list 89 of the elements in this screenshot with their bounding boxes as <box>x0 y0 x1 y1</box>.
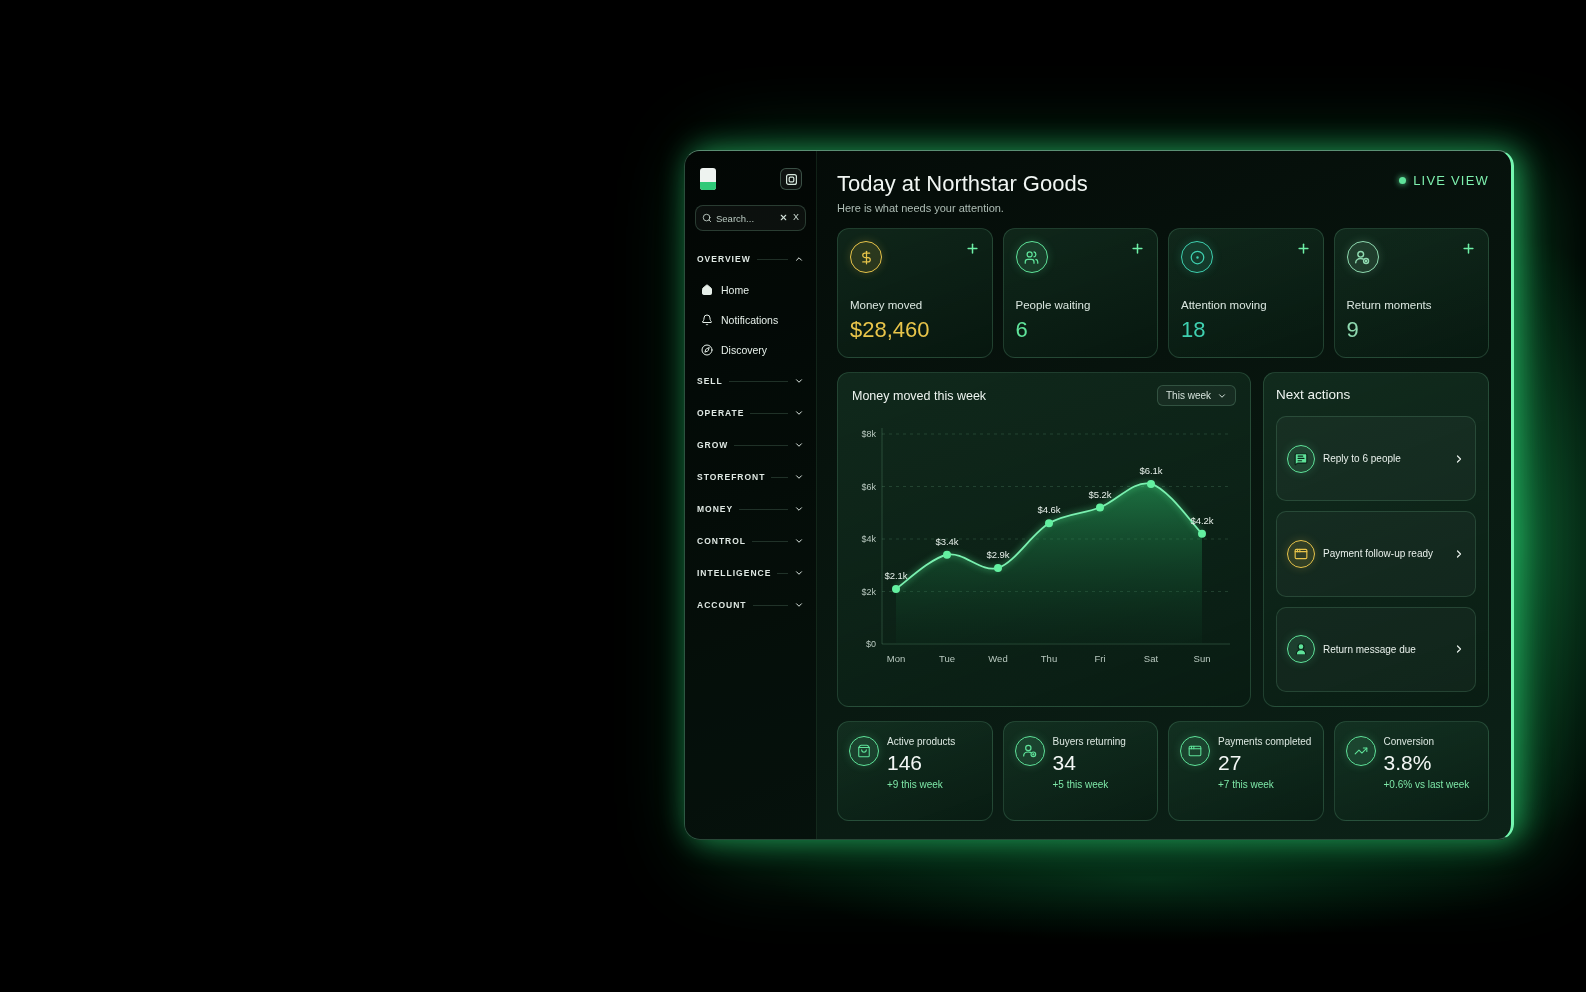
summary-label: Conversion <box>1383 736 1436 747</box>
summary-label: Buyers returning <box>1052 736 1126 747</box>
data-point <box>994 563 1002 572</box>
y-axis-label: $0 <box>866 639 876 649</box>
summary-label: Payments completed <box>1218 736 1312 747</box>
data-point <box>1147 479 1155 488</box>
section-header[interactable]: MONEY <box>695 495 806 523</box>
bell-icon <box>701 314 713 326</box>
data-label: $5.2k <box>1088 488 1112 500</box>
trend-up-icon <box>1345 736 1376 766</box>
data-point <box>892 584 900 593</box>
clear-icon <box>779 213 788 222</box>
window-icon <box>1180 736 1210 766</box>
compass-icon <box>701 344 713 356</box>
plus-icon <box>1130 241 1145 256</box>
stat-value: 18 <box>1181 317 1207 343</box>
section-header[interactable]: OPERATE <box>695 399 806 427</box>
data-label: $4.6k <box>1037 504 1061 516</box>
data-point <box>1045 519 1053 528</box>
summary-value: 3.8% <box>1383 751 1433 775</box>
logo-icon <box>699 167 717 191</box>
range-dropdown[interactable]: This week <box>1157 385 1236 406</box>
add-button[interactable] <box>1295 241 1311 256</box>
data-point <box>1096 503 1104 512</box>
stat-value: $28,460 <box>850 317 931 343</box>
shortcut-key: X <box>793 212 799 223</box>
stat-label: Return moments <box>1346 299 1433 311</box>
data-point <box>943 550 951 559</box>
data-point <box>1198 529 1206 538</box>
summary-value: 146 <box>887 751 924 775</box>
x-axis-label: Thu <box>1040 653 1058 664</box>
section-header[interactable]: INTELLIGENCE <box>695 559 806 587</box>
page-title: Today at Northstar Goods <box>837 171 1088 197</box>
panel-toggle-button[interactable] <box>780 168 802 190</box>
plus-icon <box>964 241 980 256</box>
stat-value: 6 <box>1015 317 1029 343</box>
x-axis-label: Mon <box>886 653 906 664</box>
x-axis-label: Sat <box>1143 653 1159 664</box>
action-item[interactable]: Return message due <box>1276 606 1476 692</box>
section-header[interactable]: ACCOUNT <box>695 591 806 619</box>
y-axis-label: $6k <box>861 481 876 492</box>
data-label: $4.2k <box>1190 514 1214 526</box>
chart-title: Money moved this week <box>852 388 987 403</box>
data-label: $2.9k <box>986 548 1010 560</box>
search-icon <box>702 213 712 223</box>
section-header[interactable]: GROW <box>695 431 806 459</box>
x-axis-label: Sun <box>1193 653 1211 664</box>
y-axis-label: $2k <box>861 586 876 597</box>
stat-label: People waiting <box>1015 299 1092 311</box>
section-header[interactable]: OVERVIEW <box>695 245 806 273</box>
person-badge-icon <box>1014 736 1045 766</box>
section-header[interactable]: STOREFRONT <box>695 463 806 491</box>
stat-label: Money moved <box>850 299 924 311</box>
x-axis-label: Tue <box>939 653 955 664</box>
home-icon <box>701 284 713 296</box>
summary-delta: +5 this week <box>1052 779 1110 790</box>
x-axis-label: Wed <box>988 653 1008 664</box>
panel-title: Next actions <box>1276 387 1352 402</box>
live-label: LIVE VIEW <box>1413 173 1489 188</box>
action-item[interactable]: Payment follow-up ready <box>1276 511 1476 597</box>
data-label: $2.1k <box>884 569 908 581</box>
panel-icon <box>785 173 797 185</box>
summary-value: 27 <box>1218 751 1243 775</box>
summary-delta: +9 this week <box>887 779 944 790</box>
data-label: $6.1k <box>1139 464 1163 476</box>
add-button[interactable] <box>1130 241 1145 256</box>
plus-icon <box>1461 241 1476 256</box>
y-axis-label: $4k <box>861 534 876 544</box>
summary-delta: +7 this week <box>1218 779 1275 790</box>
summary-value: 34 <box>1052 751 1077 775</box>
nav-item[interactable]: Discovery <box>695 337 806 363</box>
action-item[interactable]: Reply to 6 people <box>1276 416 1476 502</box>
summary-label: Active products <box>887 736 956 747</box>
section-header[interactable]: SELL <box>695 367 806 395</box>
add-button[interactable] <box>1461 241 1476 256</box>
page-subtitle: Here is what needs your attention. <box>837 202 1005 214</box>
add-button[interactable] <box>964 241 980 256</box>
y-axis-label: $8k <box>861 429 876 439</box>
nav-item[interactable]: Notifications <box>695 307 806 333</box>
bag-icon <box>849 736 879 766</box>
data-label: $3.4k <box>935 535 959 547</box>
section-header[interactable]: CONTROL <box>695 527 806 555</box>
stat-label: Attention moving <box>1181 299 1268 311</box>
summary-delta: +0.6% vs last week <box>1383 779 1470 790</box>
nav-item[interactable]: Home <box>695 277 806 303</box>
plus-icon <box>1295 241 1311 256</box>
x-axis-label: Fri <box>1094 653 1106 664</box>
live-dot-icon <box>1399 177 1407 184</box>
stat-value: 9 <box>1346 317 1360 343</box>
